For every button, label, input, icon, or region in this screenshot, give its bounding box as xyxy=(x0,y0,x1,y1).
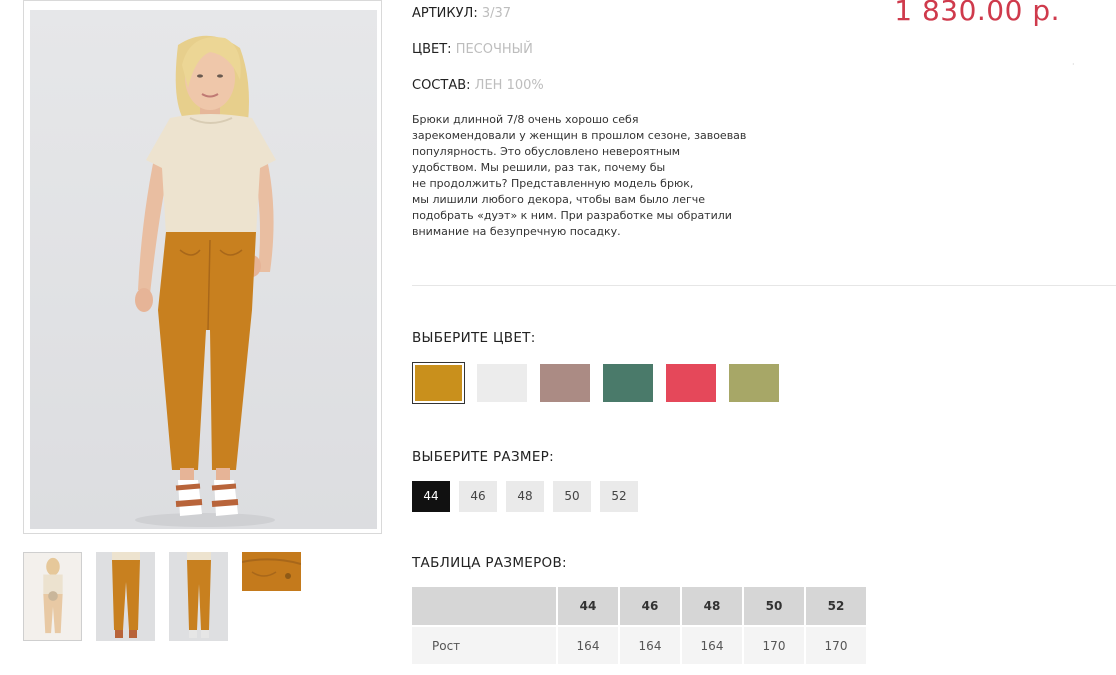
choose-size-title: ВЫБЕРИТЕ РАЗМЕР: xyxy=(412,449,554,465)
size-table-header-cell: 46 xyxy=(619,587,682,626)
color-swatch-coral[interactable] xyxy=(666,364,716,402)
product-image xyxy=(30,10,377,529)
thumbnail-4[interactable] xyxy=(242,552,301,591)
description-line: Брюки длинной 7/8 очень хорошо себя xyxy=(412,113,639,126)
color-swatch-white[interactable] xyxy=(477,364,527,402)
product-description: Брюки длинной 7/8 очень хорошо себя заре… xyxy=(412,112,792,240)
color-swatch-teal[interactable] xyxy=(603,364,653,402)
decorative-dot: · xyxy=(1072,60,1075,69)
thumbnail-2[interactable] xyxy=(96,552,155,641)
sku-value: 3/37 xyxy=(481,6,512,21)
thumbnail-pants-side-image xyxy=(169,552,228,641)
size-table-header-row: 44 46 48 50 52 xyxy=(412,587,868,626)
size-table-cell: 164 xyxy=(619,625,682,664)
main-product-photo[interactable] xyxy=(23,0,382,534)
size-table-title: ТАБЛИЦА РАЗМЕРОВ: xyxy=(412,555,567,571)
size-table-cell: 164 xyxy=(681,625,744,664)
color-swatch-mauve[interactable] xyxy=(540,364,590,402)
thumbnail-pants-front-image xyxy=(96,552,155,641)
size-table-row-label: Рост xyxy=(412,625,558,664)
color-swatch-olive[interactable] xyxy=(729,364,779,402)
size-table-header-cell: 52 xyxy=(805,587,868,626)
composition-row: СОСТАВ: ЛЕН 100% xyxy=(412,78,544,93)
composition-value: ЛЕН 100% xyxy=(474,78,544,93)
size-table-cell: 170 xyxy=(805,625,868,664)
size-button-48[interactable]: 48 xyxy=(506,481,544,512)
size-table-header-cell: 48 xyxy=(681,587,744,626)
size-table-header-cell xyxy=(412,587,558,626)
composition-label: СОСТАВ: xyxy=(412,78,471,93)
section-divider xyxy=(412,285,1116,286)
description-line: не продолжить? Представленную модель брю… xyxy=(412,177,694,190)
table-row: Рост 164 164 164 170 170 xyxy=(412,625,868,664)
choose-color-title: ВЫБЕРИТЕ ЦВЕТ: xyxy=(412,330,536,346)
size-table: 44 46 48 50 52 Рост 164 164 164 170 170 xyxy=(412,587,868,664)
size-button-50[interactable]: 50 xyxy=(553,481,591,512)
sku-label: АРТИКУЛ: xyxy=(412,6,478,21)
thumbnail-3[interactable] xyxy=(169,552,228,641)
description-line: зарекомендовали у женщин в прошлом сезон… xyxy=(412,129,747,142)
description-line: мы лишили любого декора, чтобы вам было … xyxy=(412,193,706,206)
size-button-44[interactable]: 44 xyxy=(412,481,450,512)
product-price: 1 830.00 р. xyxy=(894,0,1060,27)
description-line: удобством. Мы решили, раз так, почему бы xyxy=(412,161,666,174)
size-table-cell: 170 xyxy=(743,625,806,664)
sku-row: АРТИКУЛ: 3/37 xyxy=(412,6,511,21)
product-info: АРТИКУЛ: 3/37 ЦВЕТ: ПЕСОЧНЫЙ СОСТАВ: ЛЕН… xyxy=(412,0,1116,675)
size-table-header-cell: 50 xyxy=(743,587,806,626)
description-line: подобрать «дуэт» к ним. При разработке м… xyxy=(412,209,732,222)
size-button-52[interactable]: 52 xyxy=(600,481,638,512)
thumbnail-fabric-detail-image xyxy=(242,552,301,591)
color-row: ЦВЕТ: ПЕСОЧНЫЙ xyxy=(412,42,533,57)
thumbnail-1[interactable] xyxy=(23,552,82,641)
color-value: ПЕСОЧНЫЙ xyxy=(455,42,533,57)
description-line: популярность. Это обусловлено невероятны… xyxy=(412,145,681,158)
size-table-cell: 164 xyxy=(557,625,620,664)
size-table-header-cell: 44 xyxy=(557,587,620,626)
color-swatch-sand[interactable] xyxy=(412,362,465,404)
thumbnail-front-image xyxy=(24,553,81,640)
size-button-46[interactable]: 46 xyxy=(459,481,497,512)
color-label: ЦВЕТ: xyxy=(412,42,452,57)
description-line: внимание на безупречную посадку. xyxy=(412,225,621,238)
model-illustration xyxy=(135,35,276,527)
